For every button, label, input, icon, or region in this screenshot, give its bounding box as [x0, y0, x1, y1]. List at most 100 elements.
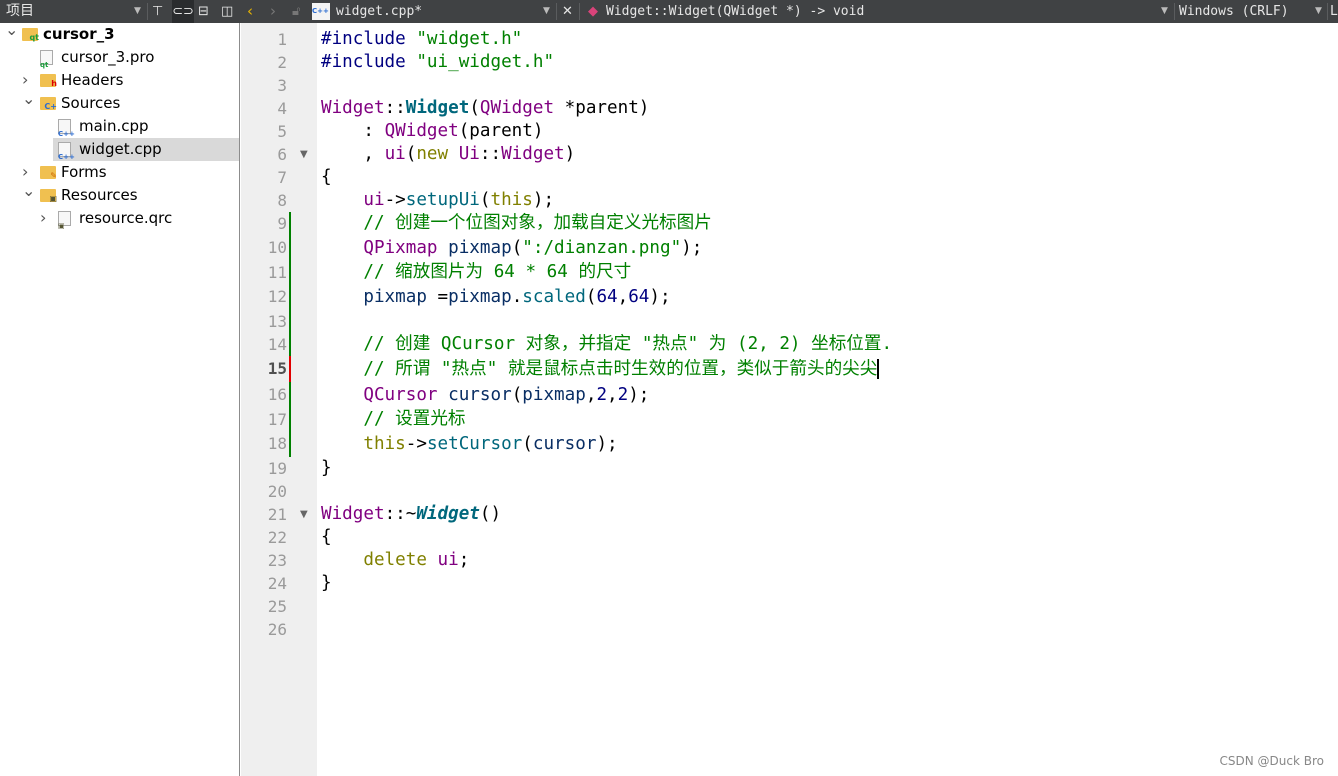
line-number: 1: [277, 30, 287, 49]
code-token: // 设置光标: [321, 409, 466, 429]
change-marker: [289, 356, 291, 382]
code-token: cursor: [448, 385, 512, 405]
tree-item[interactable]: ⌄ C+ Sources: [0, 89, 239, 115]
collapsed-arrow-icon[interactable]: ›: [40, 206, 46, 229]
split-icon[interactable]: ⊟: [198, 0, 209, 23]
code-line[interactable]: QPixmap pixmap(":/dianzan.png");: [321, 235, 702, 261]
code-token: pixmap: [363, 287, 427, 307]
code-token: );: [628, 385, 650, 405]
expanded-arrow-icon[interactable]: ⌄: [5, 18, 18, 41]
code-line[interactable]: {: [321, 526, 332, 549]
line-number: 6: [277, 145, 287, 164]
code-token: (: [405, 144, 417, 164]
code-token: :: [321, 121, 385, 141]
tree-item[interactable]: › h Headers: [0, 69, 239, 92]
tree-item[interactable]: C++ widget.cpp: [53, 138, 239, 161]
code-line[interactable]: Widget::~Widget(): [321, 503, 501, 526]
expanded-arrow-icon[interactable]: ⌄: [22, 179, 35, 202]
filter-icon[interactable]: ⊤: [152, 0, 163, 23]
tree-item[interactable]: › ▣ resource.qrc: [0, 207, 239, 230]
code-line[interactable]: Widget::Widget(QWidget *parent): [321, 97, 649, 120]
cpp-file-icon: C++: [312, 3, 330, 20]
code-line[interactable]: // 创建一个位图对象，加载自定义光标图片: [321, 212, 711, 235]
sources-folder-icon: C+: [40, 97, 57, 111]
project-tree: ⌄ qt cursor_3 qt cursor_3.pro › h Headers ⌄ C+ Sou…: [0, 20, 240, 776]
file-dropdown-icon[interactable]: ▼: [543, 0, 550, 23]
code-token: );: [681, 238, 703, 258]
pro-file-icon: qt: [40, 50, 53, 69]
code-line[interactable]: delete ui;: [321, 549, 469, 572]
change-marker: [289, 333, 291, 356]
code-line[interactable]: , ui(new Ui::Widget): [321, 143, 575, 166]
code-line[interactable]: }: [321, 572, 332, 595]
symbol-dropdown-icon[interactable]: ▼: [1161, 0, 1168, 23]
code-line[interactable]: QCursor cursor(pixmap,2,2);: [321, 382, 649, 408]
code-token: QWidget: [384, 121, 459, 141]
lock-icon[interactable]: 🔓︎: [292, 0, 300, 23]
code-token: (: [511, 385, 523, 405]
code-token: {: [321, 167, 332, 187]
tree-item[interactable]: qt cursor_3.pro: [0, 46, 239, 69]
symbol-selector[interactable]: Widget::Widget(QWidget *) -> void: [606, 0, 864, 23]
tree-item[interactable]: ⌄ qt cursor_3: [0, 20, 239, 46]
code-token: ::: [384, 98, 406, 118]
tree-item-label: widget.cpp: [79, 140, 162, 158]
change-marker: [289, 431, 291, 457]
code-line[interactable]: : QWidget(parent): [321, 120, 543, 143]
code-token: Widget: [321, 98, 385, 118]
code-token: ,: [617, 287, 629, 307]
code-token: );: [649, 287, 671, 307]
close-file-icon[interactable]: ✕: [562, 0, 573, 23]
code-token: }: [321, 573, 332, 593]
fold-arrow-icon[interactable]: ▼: [300, 503, 308, 526]
code-line[interactable]: // 创建 QCursor 对象，并指定 "热点" 为 (2, 2) 坐标位置.: [321, 333, 892, 356]
open-file-name[interactable]: widget.cpp*: [336, 0, 422, 23]
fold-arrow-icon[interactable]: ▼: [300, 143, 308, 166]
expanded-arrow-icon[interactable]: ⌄: [22, 87, 35, 110]
line-number: 20: [267, 482, 287, 501]
code-token: ui: [363, 190, 385, 210]
line-number: 5: [277, 122, 287, 141]
line-number: 11: [267, 263, 287, 282]
line-number: 4: [277, 99, 287, 118]
change-marker: [289, 235, 291, 261]
code-line[interactable]: }: [321, 457, 332, 480]
line-number: 8: [277, 191, 287, 210]
code-line[interactable]: pixmap =pixmap.scaled(64,64);: [321, 284, 671, 310]
code-line[interactable]: #include "widget.h": [321, 28, 522, 51]
code-token: 2: [596, 385, 608, 405]
tree-item[interactable]: ⌄ ▣ Resources: [0, 181, 239, 207]
code-line[interactable]: #include "ui_widget.h": [321, 51, 554, 74]
code-token: Widget: [416, 504, 480, 524]
code-line[interactable]: ui->setupUi(this);: [321, 189, 554, 212]
line-ending-dropdown-icon[interactable]: ▼: [1315, 0, 1322, 23]
link-icon[interactable]: ⊂⊃: [172, 0, 194, 23]
code-token: "ui_widget.h": [416, 52, 555, 72]
code-token: ::~: [384, 504, 417, 524]
code-token: ::: [479, 144, 502, 164]
code-line[interactable]: // 缩放图片为 64 * 64 的尺寸: [321, 261, 631, 284]
code-token: (: [511, 238, 523, 258]
qrc-file-icon: ▣: [58, 211, 71, 230]
code-line[interactable]: // 设置光标: [321, 408, 466, 431]
code-token: this: [490, 190, 533, 210]
forward-icon[interactable]: ›: [270, 0, 276, 23]
back-icon[interactable]: ‹: [247, 0, 253, 23]
code-token: pixmap: [522, 385, 586, 405]
cpp-file-icon: C++: [58, 119, 75, 138]
code-line[interactable]: this->setCursor(cursor);: [321, 431, 617, 457]
change-marker: [289, 382, 291, 408]
code-line[interactable]: // 所谓 "热点" 就是鼠标点击时生效的位置，类似于箭头的尖尖: [321, 356, 880, 382]
code-token: Ui: [458, 144, 480, 164]
line-number: 23: [267, 551, 287, 570]
tree-item[interactable]: › ✎ Forms: [0, 161, 239, 184]
panel-dropdown-icon[interactable]: ▼: [134, 0, 141, 23]
line-ending-selector[interactable]: Windows (CRLF): [1179, 0, 1289, 23]
tree-item[interactable]: C++ main.cpp: [0, 115, 239, 138]
close-panel-icon[interactable]: ◫: [221, 0, 233, 23]
code-line[interactable]: {: [321, 166, 332, 189]
resources-folder-icon: ▣: [40, 189, 57, 203]
code-token: QPixmap: [363, 238, 438, 258]
